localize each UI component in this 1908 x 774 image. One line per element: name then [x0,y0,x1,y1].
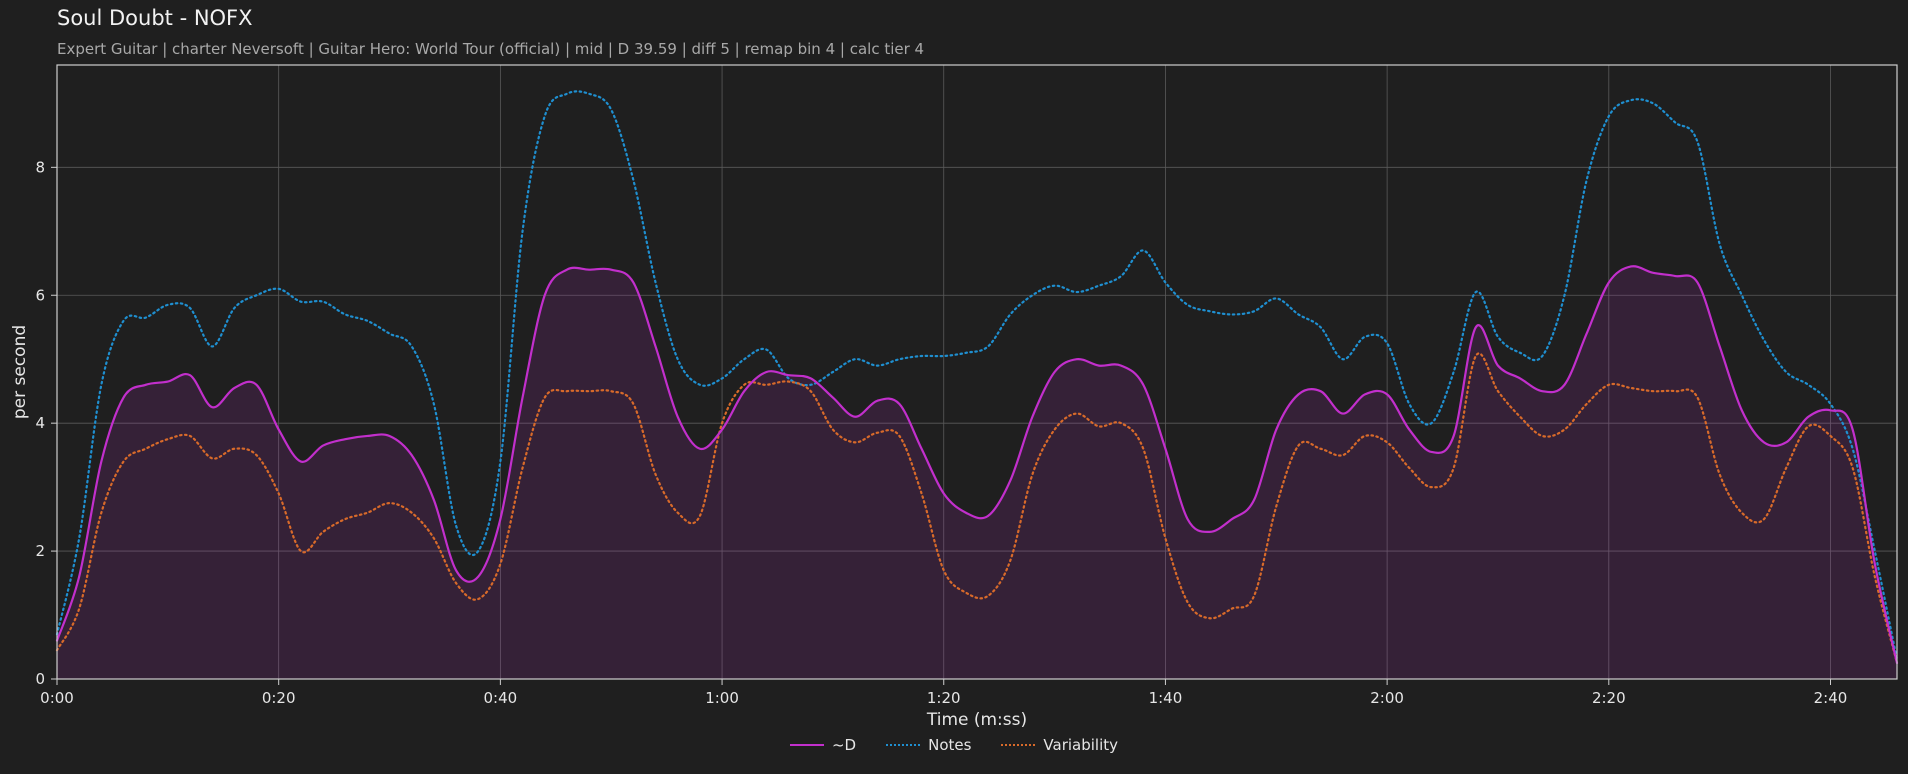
legend-item-notes: Notes [886,736,971,754]
x-tick-label: 1:20 [927,689,961,707]
legend-swatch-variability [1001,744,1036,746]
x-axis-ticks: 0:00 0:20 0:40 1:00 1:20 1:40 2:00 2:20 2:40 [40,679,1847,707]
x-tick-label: 1:00 [705,689,739,707]
y-axis-label: per second [10,325,30,419]
x-tick-label: 2:40 [1814,689,1848,707]
legend-label-d: ~D [831,736,857,754]
x-tick-label: 0:40 [484,689,518,707]
x-tick-label: 0:00 [40,689,74,707]
x-tick-label: 1:40 [1149,689,1183,707]
legend-swatch-d [789,744,824,746]
legend: ~D Notes Variability [0,736,1908,754]
legend-item-d: ~D [789,736,857,754]
x-tick-label: 2:20 [1592,689,1626,707]
x-tick-label: 2:00 [1370,689,1404,707]
y-axis-ticks: 0 2 4 6 8 [35,158,57,688]
legend-item-variability: Variability [1001,736,1118,754]
legend-label-variability: Variability [1043,736,1119,754]
y-tick-label: 4 [35,414,45,432]
legend-swatch-notes [886,744,921,746]
line-chart: 0:00 0:20 0:40 1:00 1:20 1:40 2:00 2:20 2:40 0 2 4… [10,64,1899,730]
legend-label-notes: Notes [928,736,972,754]
y-tick-label: 2 [35,542,45,560]
x-tick-label: 0:20 [262,689,296,707]
y-tick-label: 8 [35,158,45,176]
series-area-d [57,266,1897,679]
area-fill-layer [57,266,1897,679]
x-axis-label: Time (m:ss) [926,710,1027,730]
y-tick-label: 0 [35,670,45,688]
y-tick-label: 6 [35,286,45,304]
